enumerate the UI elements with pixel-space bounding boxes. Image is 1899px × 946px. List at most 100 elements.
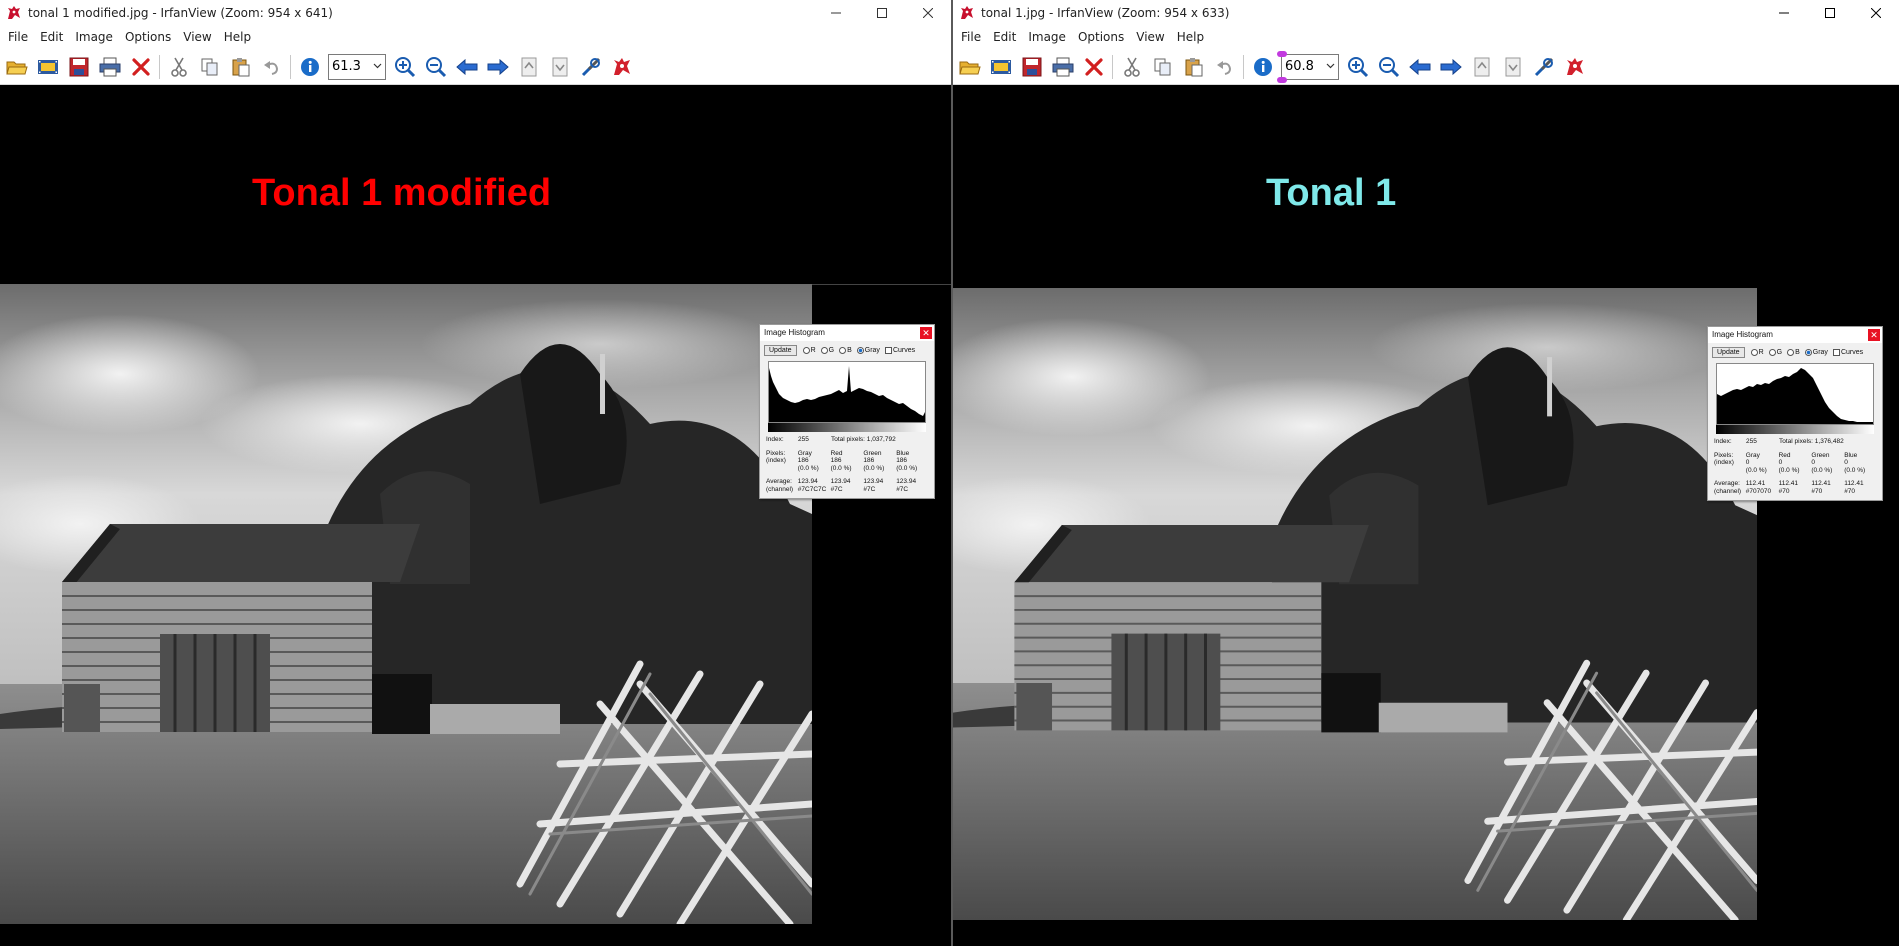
radio-r[interactable]: [802, 346, 810, 354]
radio-gray[interactable]: [856, 346, 864, 354]
about-button[interactable]: [1559, 52, 1590, 82]
settings-button[interactable]: [1528, 52, 1559, 82]
pixels-label: Pixels:: [766, 449, 786, 457]
minimize-button[interactable]: [813, 0, 859, 25]
histogram-stats: Index: 255 Total pixels: 1,037,792 Pixels:…: [760, 432, 934, 498]
slideshow-button[interactable]: [32, 52, 63, 82]
menu-file[interactable]: File: [955, 25, 987, 49]
page-up-button[interactable]: [1466, 52, 1497, 82]
radio-r[interactable]: [1750, 348, 1758, 356]
minimize-button[interactable]: [1761, 0, 1807, 25]
histogram-close-button[interactable]: ✕: [1868, 329, 1880, 341]
menu-help[interactable]: Help: [1171, 25, 1210, 49]
previous-image-button[interactable]: [1404, 52, 1435, 82]
radio-g[interactable]: [1768, 348, 1776, 356]
image-histogram-dialog[interactable]: Image Histogram ✕ Update R G B Gray Curve…: [1707, 326, 1883, 501]
page-down-icon: [1505, 57, 1520, 76]
info-button[interactable]: [294, 52, 325, 82]
zoom-combobox[interactable]: [328, 53, 386, 80]
next-image-button[interactable]: [1435, 52, 1466, 82]
index-label: Index:: [766, 436, 784, 443]
undo-icon: [263, 60, 278, 75]
curves-checkbox[interactable]: [1832, 348, 1840, 356]
delete-button[interactable]: [1078, 52, 1109, 82]
histogram-update-button[interactable]: Update: [764, 344, 797, 356]
curves-checkbox[interactable]: [884, 346, 892, 354]
hex-red: #70: [1778, 487, 1790, 495]
index-value: 255: [798, 436, 809, 443]
page-down-button[interactable]: [1497, 52, 1528, 82]
image-viewport[interactable]: Tonal 1 Image Histogram ✕ Update R G B Gr…: [953, 86, 1899, 946]
barn-photo: [0, 284, 812, 924]
page-up-button[interactable]: [513, 52, 544, 82]
copy-button[interactable]: [1147, 52, 1178, 82]
histogram-graph: [768, 361, 926, 423]
image-histogram-dialog[interactable]: Image Histogram ✕ Update R G B Gray Curve…: [759, 324, 935, 499]
radio-b[interactable]: [839, 346, 847, 354]
text-cursor-handle-bottom[interactable]: [1277, 76, 1287, 83]
save-button[interactable]: [63, 52, 94, 82]
zoom-in-button[interactable]: [1342, 52, 1373, 82]
histogram-title-bar[interactable]: Image Histogram ✕: [1708, 327, 1882, 343]
menu-help[interactable]: Help: [218, 25, 257, 49]
slideshow-button[interactable]: [985, 52, 1016, 82]
undo-button[interactable]: [256, 52, 287, 82]
save-button[interactable]: [1016, 52, 1047, 82]
open-button[interactable]: [954, 52, 985, 82]
header-green: Green: [863, 449, 882, 457]
open-button[interactable]: [1, 52, 32, 82]
radio-b-label: B: [847, 346, 852, 354]
menu-options[interactable]: Options: [1072, 25, 1130, 49]
close-button[interactable]: [905, 0, 951, 25]
menu-view[interactable]: View: [1130, 25, 1170, 49]
info-icon: [300, 57, 319, 76]
zoom-input[interactable]: [1282, 55, 1322, 78]
cut-button[interactable]: [1116, 52, 1147, 82]
zoom-input[interactable]: [329, 55, 369, 78]
print-button[interactable]: [94, 52, 125, 82]
maximize-button[interactable]: [859, 0, 905, 25]
zoom-in-button[interactable]: [389, 52, 420, 82]
radio-b[interactable]: [1787, 348, 1795, 356]
next-image-button[interactable]: [482, 52, 513, 82]
zoom-out-button[interactable]: [420, 52, 451, 82]
delete-button[interactable]: [125, 52, 156, 82]
menu-image[interactable]: Image: [1022, 25, 1072, 49]
print-button[interactable]: [1047, 52, 1078, 82]
menu-image[interactable]: Image: [69, 25, 119, 49]
histogram-close-button[interactable]: ✕: [920, 327, 932, 339]
zoom-combobox[interactable]: [1277, 50, 1339, 83]
previous-image-button[interactable]: [451, 52, 482, 82]
menu-file[interactable]: File: [2, 25, 34, 49]
title-bar[interactable]: tonal 1.jpg - IrfanView (Zoom: 954 x 633…: [953, 0, 1899, 25]
paste-button[interactable]: [1178, 52, 1209, 82]
radio-gray[interactable]: [1804, 348, 1812, 356]
text-cursor-handle-top[interactable]: [1277, 50, 1287, 57]
menu-options[interactable]: Options: [119, 25, 177, 49]
menu-edit[interactable]: Edit: [34, 25, 69, 49]
copy-button[interactable]: [194, 52, 225, 82]
cut-button[interactable]: [163, 52, 194, 82]
settings-icon: [581, 57, 600, 76]
settings-button[interactable]: [575, 52, 606, 82]
histogram-update-button[interactable]: Update: [1712, 346, 1745, 358]
hex-blue: #70: [1844, 487, 1856, 495]
menu-edit[interactable]: Edit: [987, 25, 1022, 49]
close-button[interactable]: [1853, 0, 1899, 25]
maximize-button[interactable]: [1807, 0, 1853, 25]
zoom-out-button[interactable]: [1373, 52, 1404, 82]
menu-view[interactable]: View: [177, 25, 217, 49]
next-icon: [1440, 58, 1462, 75]
paste-button[interactable]: [225, 52, 256, 82]
percent-gray: (0.0 %): [1745, 466, 1767, 474]
image-viewport[interactable]: Tonal 1 modified Image Histogram ✕ Update…: [0, 86, 951, 946]
about-button[interactable]: [606, 52, 637, 82]
radio-g[interactable]: [820, 346, 828, 354]
total-pixels-value: 1,037,792: [866, 436, 896, 443]
histogram-title-bar[interactable]: Image Histogram ✕: [760, 325, 934, 341]
info-button[interactable]: [1247, 52, 1278, 82]
save-icon: [69, 57, 88, 76]
undo-button[interactable]: [1209, 52, 1240, 82]
title-bar[interactable]: tonal 1 modified.jpg - IrfanView (Zoom: …: [0, 0, 951, 25]
page-down-button[interactable]: [544, 52, 575, 82]
